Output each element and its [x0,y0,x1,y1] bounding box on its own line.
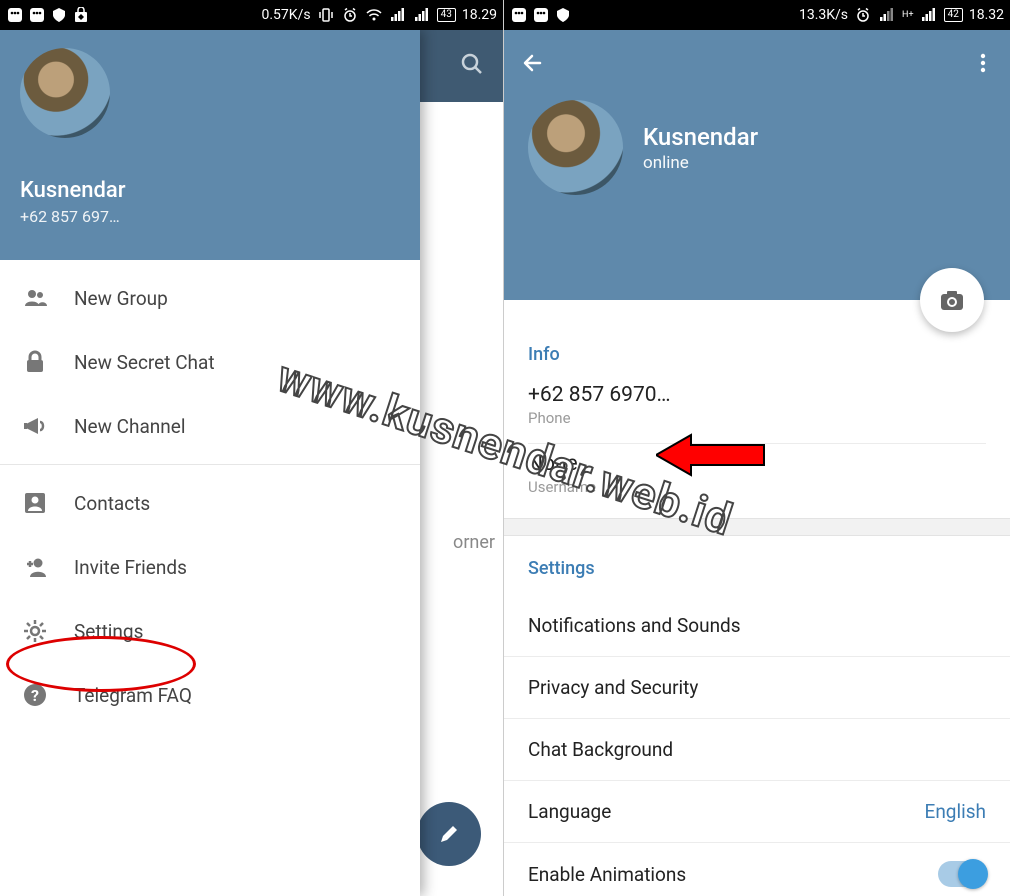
clock: 18.29 [462,7,497,23]
section-title: Info [528,344,986,365]
phone-right: 13.3K/s H+ 42 18.32 Kusnendar online Inf… [504,0,1010,896]
info-label: Phone [528,409,986,427]
menu-label: New Secret Chat [74,351,215,374]
avatar[interactable] [20,48,110,138]
drawer-menu: New Group New Secret Chat New Channel Co… [0,260,420,727]
menu-label: Telegram FAQ [74,684,192,707]
menu-new-channel[interactable]: New Channel [0,394,420,458]
shield-icon [554,6,572,24]
group-icon [22,284,74,312]
vibrate-icon [317,6,335,24]
profile-name: Kusnendar [643,123,758,151]
invite-icon [22,553,74,581]
wifi-icon [365,6,383,24]
bbm-icon [532,6,550,24]
menu-settings[interactable]: Settings [0,599,420,663]
info-section: Info +62 857 6970… Phone None Username [504,300,1010,518]
menu-label: Contacts [74,492,150,515]
more-button[interactable] [972,52,994,78]
menu-contacts[interactable]: Contacts [0,471,420,535]
avatar[interactable] [528,100,623,195]
compose-fab[interactable] [417,802,481,866]
row-background[interactable]: Chat Background [504,719,1010,781]
settings-header: Kusnendar online [504,30,1010,300]
menu-label: Invite Friends [74,556,187,579]
lock-icon [22,349,74,375]
pencil-icon [437,822,461,846]
camera-icon [938,286,966,314]
nav-drawer: Kusnendar +62 857 697… New Group New Sec… [0,30,420,896]
row-label: Notifications and Sounds [528,614,741,637]
data-type: H+ [902,10,914,20]
row-privacy[interactable]: Privacy and Security [504,657,1010,719]
battery-level: 43 [437,8,456,22]
menu-label: New Group [74,287,168,310]
menu-separator [0,464,420,465]
row-notifications[interactable]: Notifications and Sounds [504,595,1010,657]
row-language[interactable]: Language English [504,781,1010,843]
signal-icon [878,6,896,24]
menu-label: Settings [74,620,143,643]
status-bar: 0.57K/s 43 18.29 [0,0,503,30]
hint-text: orner [453,530,495,556]
alarm-icon [341,6,359,24]
help-icon: ? [22,682,74,708]
phone-left: 0.57K/s 43 18.29 orner Kusnendar +62 857… [0,0,504,896]
signal-icon [920,6,938,24]
net-speed: 0.57K/s [261,7,310,23]
signal-icon [389,6,407,24]
drawer-name: Kusnendar [20,178,400,203]
section-gap [504,518,1010,536]
bbm-icon [28,6,46,24]
signal-icon [413,6,431,24]
row-value: English [925,800,986,823]
contact-icon [22,490,74,516]
info-label: Username [528,478,986,496]
svg-text:?: ? [31,686,39,705]
info-username[interactable]: None Username [528,444,986,512]
menu-new-group[interactable]: New Group [0,266,420,330]
menu-invite[interactable]: Invite Friends [0,535,420,599]
camera-fab[interactable] [920,268,984,332]
info-value: None [528,452,986,476]
drawer-phone: +62 857 697… [20,207,400,226]
bag-icon [72,6,90,24]
net-speed: 13.3K/s [799,7,848,23]
row-label: Privacy and Security [528,676,698,699]
back-button[interactable] [520,50,546,80]
info-phone[interactable]: +62 857 6970… Phone [528,375,986,444]
menu-label: New Channel [74,415,185,438]
toggle-switch[interactable] [938,861,986,887]
battery-level: 42 [944,8,963,22]
settings-section: Settings [504,536,1010,595]
drawer-header[interactable]: Kusnendar +62 857 697… [0,30,420,260]
menu-faq[interactable]: ? Telegram FAQ [0,663,420,727]
row-label: Chat Background [528,738,673,761]
menu-secret-chat[interactable]: New Secret Chat [0,330,420,394]
bbm-icon [6,6,24,24]
section-title: Settings [528,558,986,579]
gear-icon [22,618,74,644]
row-animations[interactable]: Enable Animations [504,843,1010,896]
megaphone-icon [22,412,74,440]
profile-status: online [643,153,758,173]
clock: 18.32 [969,7,1004,23]
status-bar: 13.3K/s H+ 42 18.32 [504,0,1010,30]
alarm-icon [854,6,872,24]
search-icon[interactable] [459,51,485,81]
info-value: +62 857 6970… [528,383,986,407]
row-label: Language [528,800,611,823]
shield-icon [50,6,68,24]
row-label: Enable Animations [528,863,686,886]
bbm-icon [510,6,528,24]
